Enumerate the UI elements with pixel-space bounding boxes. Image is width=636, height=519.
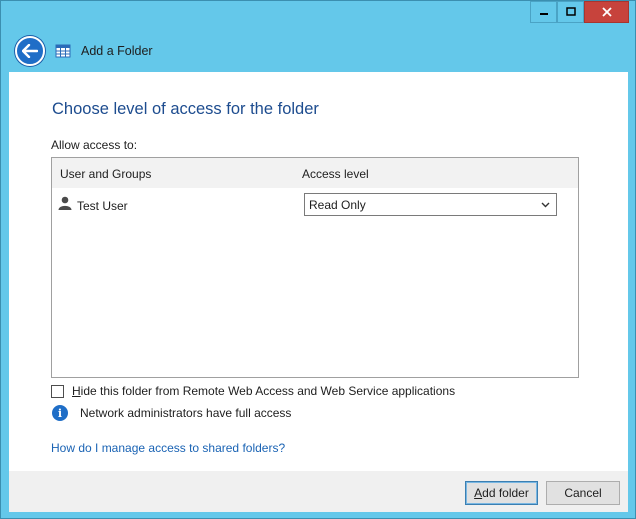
access-level-value: Read Only [309,197,366,212]
column-header-access[interactable]: Access level [302,167,369,181]
page-title: Choose level of access for the folder [52,100,319,118]
footer-bar: Add folder Cancel [9,471,628,512]
content-pane: Choose level of access for the folder Al… [9,72,628,471]
maximize-button[interactable] [557,1,584,23]
hide-folder-label: Hide this folder from Remote Web Access … [72,384,456,398]
add-folder-label: Add folder [474,486,529,500]
chevron-down-icon [541,202,550,207]
help-link[interactable]: How do I manage access to shared folders… [51,441,285,455]
close-icon [601,7,612,17]
hide-folder-option[interactable]: Hide this folder from Remote Web Access … [51,384,455,398]
back-arrow-icon [22,44,38,58]
close-button[interactable] [584,1,629,23]
add-folder-button[interactable]: Add folder [465,481,538,505]
wizard-header: Add a Folder [9,31,629,71]
minimize-icon [539,13,548,15]
hide-folder-checkbox[interactable] [51,384,64,398]
back-button[interactable] [15,36,45,66]
info-icon: i [52,405,68,421]
add-folder-window: Add a Folder Choose level of access for … [0,0,636,519]
maximize-icon [565,7,576,16]
info-text: Network administrators have full access [80,406,292,420]
folder-grid-icon [55,44,71,58]
minimize-button[interactable] [530,1,557,23]
access-grid: User and Groups Access level Test User R… [51,157,579,378]
window-title: Add a Folder [81,44,153,58]
user-name: Test User [77,199,128,213]
cancel-button[interactable]: Cancel [546,481,620,505]
grid-header: User and Groups Access level [52,158,578,188]
column-header-users[interactable]: User and Groups [60,167,151,181]
table-row[interactable]: Test User Read Only [52,188,578,222]
access-level-dropdown[interactable]: Read Only [304,193,557,216]
user-icon [58,196,72,210]
info-message: i Network administrators have full acces… [52,405,291,421]
caption-buttons [530,1,629,23]
allow-access-label: Allow access to: [51,138,138,152]
